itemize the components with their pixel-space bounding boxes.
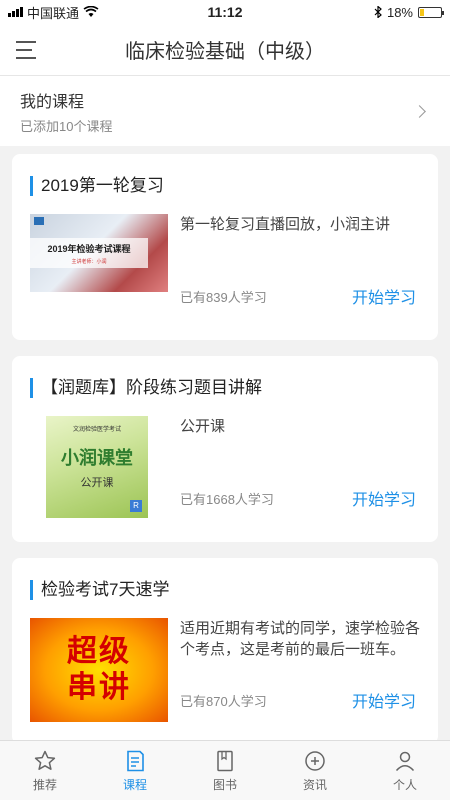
person-icon xyxy=(395,751,415,771)
course-list: 2019第一轮复习 2019年检验考试课程 主讲老师：小润 第一轮复习直播回放，… xyxy=(0,154,450,744)
course-description: 第一轮复习直播回放，小润主讲 xyxy=(180,216,391,233)
thumbnail-heading: 超级 xyxy=(67,634,131,669)
book-icon xyxy=(217,750,233,771)
tab-label: 推荐 xyxy=(32,777,57,792)
learner-count: 已有839人学习 xyxy=(180,290,267,305)
course-body: 文润检验医学考试 小润课堂 公开课 R 公开课 已有1668人学习 开始学习 xyxy=(30,416,420,520)
tab-profile[interactable]: 个人 xyxy=(360,741,450,800)
carrier-label: 中国联通 xyxy=(27,5,80,21)
page-title: 临床检验基础（中级） xyxy=(125,41,325,63)
tab-news[interactable]: 资讯 xyxy=(270,741,360,800)
my-courses-subtitle: 已添加10个课程 xyxy=(20,118,113,134)
menu-icon[interactable] xyxy=(0,24,52,76)
learner-count: 已有870人学习 xyxy=(180,694,267,709)
course-description: 公开课 xyxy=(180,418,226,435)
wifi-icon xyxy=(83,6,99,17)
course-thumbnail: 2019年检验考试课程 主讲老师：小润 xyxy=(30,214,168,292)
course-card[interactable]: 【润题库】阶段练习题目讲解 文润检验医学考试 小润课堂 公开课 R 公开课 已有… xyxy=(12,356,438,542)
course-body: 2019年检验考试课程 主讲老师：小润 第一轮复习直播回放，小润主讲 已有839… xyxy=(30,214,420,318)
my-courses-row[interactable]: 我的课程 已添加10个课程 xyxy=(0,76,450,146)
course-thumbnail: 文润检验医学考试 小润课堂 公开课 R xyxy=(46,416,148,518)
tab-recommend[interactable]: 推荐 xyxy=(0,741,90,800)
tab-courses[interactable]: 课程 xyxy=(90,741,180,800)
course-doc-icon xyxy=(127,750,144,771)
battery-icon xyxy=(418,6,444,18)
course-description: 适用近期有考试的同学，速学检验各个考点，这是考前的最后一班车。 xyxy=(180,620,421,658)
course-title: 【润题库】阶段练习题目讲解 xyxy=(30,378,420,398)
star-icon xyxy=(34,750,56,770)
my-courses-text: 我的课程 已添加10个课程 xyxy=(20,88,112,135)
thumbnail-caption: 文润检验医学考试 xyxy=(72,427,121,433)
chevron-right-icon xyxy=(413,104,426,118)
tab-label: 课程 xyxy=(122,777,147,792)
bottom-tab-bar: 推荐 课程 图书 资讯 个人 xyxy=(0,740,450,800)
course-info: 适用近期有考试的同学，速学检验各个考点，这是考前的最后一班车。 已有870人学习… xyxy=(168,618,420,722)
tab-label: 资讯 xyxy=(302,777,327,792)
thumbnail-heading: 小润课堂 xyxy=(61,448,133,468)
thumbnail-banner: 2019年检验考试课程 主讲老师：小润 xyxy=(30,238,148,268)
tab-label: 图书 xyxy=(212,777,237,792)
thumbnail-subheading: 串讲 xyxy=(67,670,131,705)
course-info: 第一轮复习直播回放，小润主讲 已有839人学习 开始学习 xyxy=(168,214,420,318)
learner-count: 已有1668人学习 xyxy=(180,492,274,507)
app-header: 临床检验基础（中级） xyxy=(0,24,450,76)
thumbnail-caption: 主讲老师：小润 xyxy=(71,258,107,265)
course-card[interactable]: 检验考试7天速学 超级 串讲 适用近期有考试的同学，速学检验各个考点，这是考前的… xyxy=(12,558,438,744)
tab-books[interactable]: 图书 xyxy=(180,741,270,800)
brand-badge: R xyxy=(130,500,142,512)
course-title: 检验考试7天速学 xyxy=(30,580,420,600)
thumbnail-heading: 2019年检验考试课程 xyxy=(47,243,131,254)
logo-mark xyxy=(34,217,44,225)
status-left: 中国联通 xyxy=(8,3,99,22)
start-learning-button[interactable]: 开始学习 xyxy=(352,284,416,308)
bluetooth-icon xyxy=(374,6,382,18)
battery-fill xyxy=(420,8,424,16)
signal-icon xyxy=(8,7,23,17)
course-title: 2019第一轮复习 xyxy=(30,176,420,196)
status-right: 18% xyxy=(374,4,444,20)
status-bar: 中国联通 11:12 18% xyxy=(0,0,450,24)
news-icon xyxy=(305,750,325,771)
course-body: 超级 串讲 适用近期有考试的同学，速学检验各个考点，这是考前的最后一班车。 已有… xyxy=(30,618,420,722)
tab-label: 个人 xyxy=(392,777,417,792)
my-courses-title: 我的课程 xyxy=(20,93,85,111)
battery-percent: 18% xyxy=(386,4,413,20)
course-thumbnail: 超级 串讲 xyxy=(30,618,168,722)
course-info: 公开课 已有1668人学习 开始学习 xyxy=(168,416,420,520)
start-learning-button[interactable]: 开始学习 xyxy=(352,486,416,510)
course-card[interactable]: 2019第一轮复习 2019年检验考试课程 主讲老师：小润 第一轮复习直播回放，… xyxy=(12,154,438,340)
start-learning-button[interactable]: 开始学习 xyxy=(352,688,416,712)
thumbnail-subheading: 公开课 xyxy=(80,477,114,489)
